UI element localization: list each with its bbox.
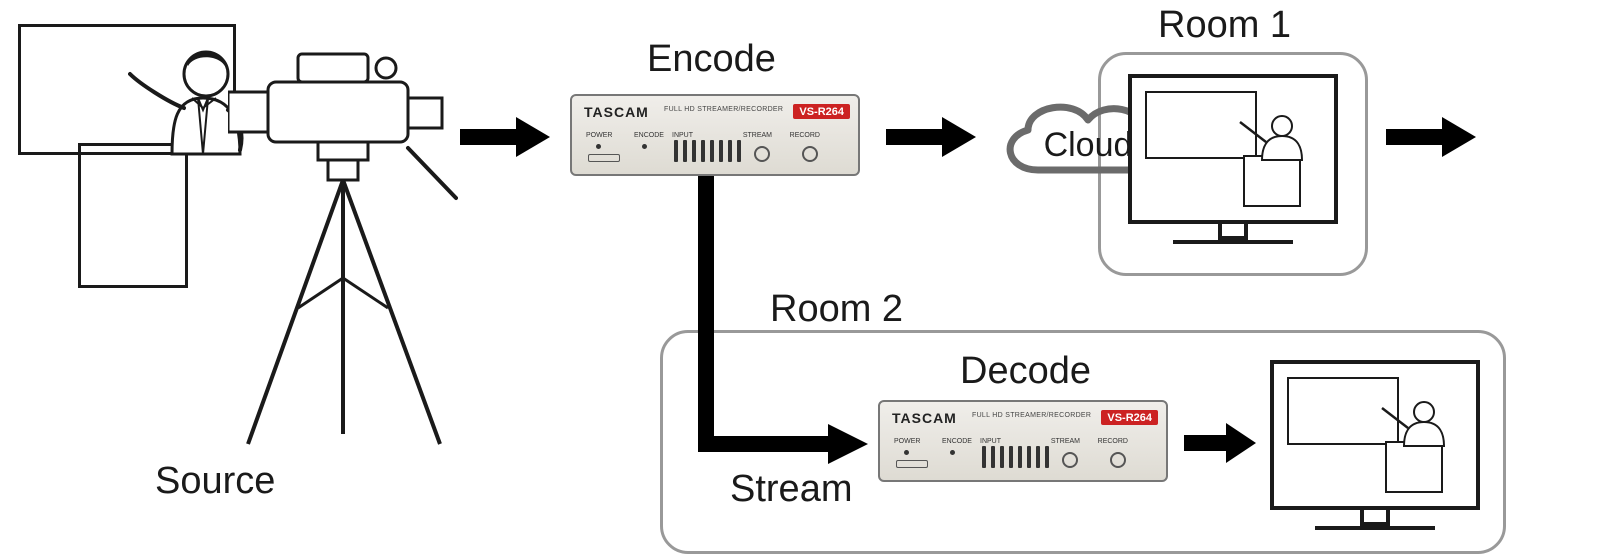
- port-encode-label: ENCODE: [942, 438, 972, 445]
- device-brand: TASCAM: [892, 410, 957, 426]
- device-brand: TASCAM: [584, 104, 649, 120]
- port-stream-label: STREAM: [1051, 438, 1080, 445]
- sd-slot-icon: [896, 460, 928, 468]
- record-port-icon: [802, 146, 818, 162]
- port-input-label: INPUT: [980, 438, 1001, 445]
- port-record-label: RECORD: [1098, 438, 1128, 445]
- stream-port-icon: [1062, 452, 1078, 468]
- port-input-label: INPUT: [672, 132, 693, 139]
- encode-label: Encode: [647, 40, 776, 78]
- decoder-device: TASCAM FULL HD STREAMER/RECORDER VS-R264…: [878, 400, 1168, 482]
- room1-label: Room 1: [1158, 6, 1291, 44]
- presenter-thumbnail-icon: [1140, 86, 1326, 212]
- vent-icon: [674, 140, 741, 162]
- device-model: VS-R264: [793, 104, 850, 119]
- device-subtext: FULL HD STREAMER/RECORDER: [972, 412, 1091, 419]
- source-group: [18, 24, 438, 434]
- room2-monitor: [1270, 360, 1480, 530]
- port-power-label: POWER: [586, 132, 612, 139]
- power-led-icon: [904, 450, 909, 455]
- arrow-decoder-to-room2-icon: [1184, 418, 1256, 468]
- power-led-icon: [596, 144, 601, 149]
- device-subtext: FULL HD STREAMER/RECORDER: [664, 106, 783, 113]
- source-label: Source: [155, 462, 275, 500]
- arrow-encoder-to-decoder-icon: [698, 176, 868, 466]
- device-model: VS-R264: [1101, 410, 1158, 425]
- arrow-cloud-to-room1-icon: [1386, 112, 1476, 162]
- sd-slot-icon: [588, 154, 620, 162]
- arrow-encoder-to-cloud-icon: [886, 112, 976, 162]
- vent-icon: [982, 446, 1049, 468]
- port-encode-label: ENCODE: [634, 132, 664, 139]
- port-power-label: POWER: [894, 438, 920, 445]
- port-record-label: RECORD: [790, 132, 820, 139]
- presenter-thumbnail-icon: [1282, 372, 1468, 498]
- cloud-text: Cloud: [1044, 126, 1133, 164]
- camera-icon: [228, 48, 458, 448]
- arrow-source-to-encoder-icon: [460, 112, 550, 162]
- encode-led-icon: [950, 450, 955, 455]
- port-stream-label: STREAM: [743, 132, 772, 139]
- stream-port-icon: [754, 146, 770, 162]
- record-port-icon: [1110, 452, 1126, 468]
- encode-led-icon: [642, 144, 647, 149]
- encoder-device: TASCAM FULL HD STREAMER/RECORDER VS-R264…: [570, 94, 860, 176]
- room1-monitor: [1128, 74, 1338, 244]
